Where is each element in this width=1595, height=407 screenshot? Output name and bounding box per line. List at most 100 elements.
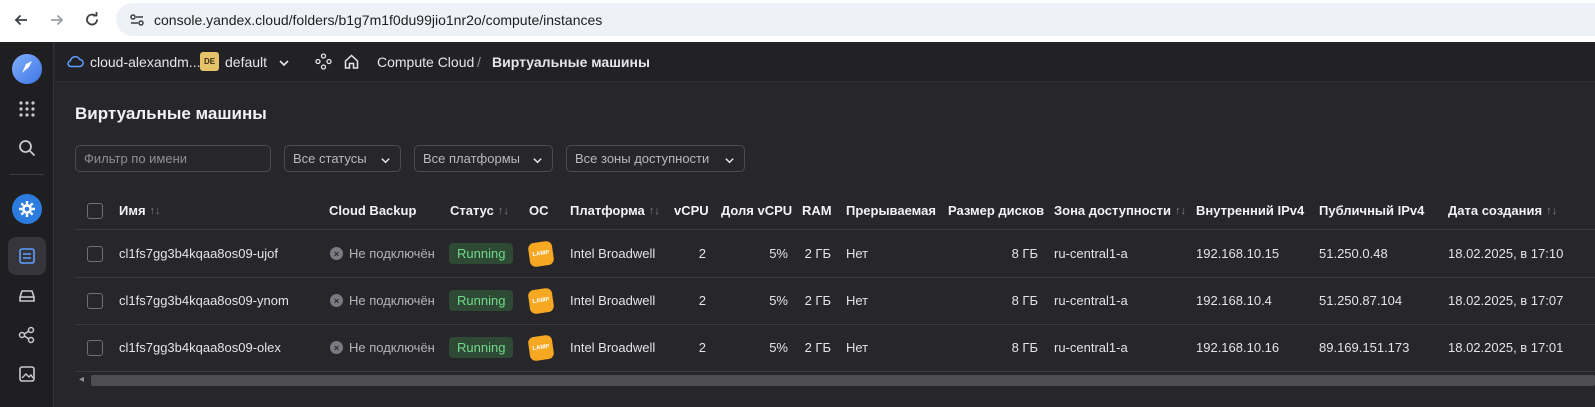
cloud-icon — [67, 54, 84, 73]
forward-icon[interactable] — [46, 9, 68, 31]
console-header: cloud-alexandm... DE default Compute Clo… — [55, 42, 1595, 82]
breadcrumb-separator: / — [477, 54, 481, 70]
column-header-public-ip: Публичный IPv4 — [1319, 203, 1425, 218]
preemptible-cell: Нет — [846, 340, 869, 355]
zone-cell: ru-central1-a — [1054, 293, 1128, 308]
cloud-backup-status: × Не подключён — [330, 246, 435, 261]
lamp-os-icon: LAMP — [527, 240, 555, 268]
virtual-machines-nav-icon[interactable] — [8, 237, 46, 275]
chevron-down-icon — [532, 154, 543, 169]
back-icon[interactable] — [10, 9, 32, 31]
created-cell: 18.02.2025, в 17:01 — [1448, 340, 1564, 355]
internal-ip-cell: 192.168.10.15 — [1196, 246, 1280, 261]
public-ip-cell: 89.169.151.173 — [1319, 340, 1410, 355]
status-badge: Running — [449, 243, 514, 264]
platform-cell: Intel Broadwell — [570, 293, 656, 308]
chevron-down-icon — [724, 154, 735, 169]
row-checkbox[interactable] — [87, 293, 103, 309]
folder-selector[interactable]: default — [225, 54, 267, 70]
column-header-name[interactable]: Имя ↑↓ — [119, 203, 161, 218]
chevron-down-icon[interactable] — [278, 56, 290, 74]
column-header-internal-ip: Внутренний IPv4 — [1196, 203, 1305, 218]
page-title: Виртуальные машины — [75, 104, 267, 123]
ram-cell: 2 ГБ — [804, 246, 831, 261]
public-ip-cell: 51.250.87.104 — [1319, 293, 1403, 308]
column-header-vcpu-share: Доля vCPU — [721, 203, 793, 218]
ram-cell: 2 ГБ — [804, 293, 831, 308]
internal-ip-cell: 192.168.10.16 — [1196, 340, 1280, 355]
select-all-checkbox[interactable] — [87, 203, 103, 219]
table-row[interactable]: cl1fs7gg3b4kqaa8os09-ynom × Не подключён … — [75, 278, 1595, 325]
search-icon[interactable] — [8, 129, 46, 167]
scrollbar-thumb[interactable] — [91, 375, 1595, 386]
name-filter-placeholder: Фильтр по имени — [84, 151, 188, 166]
home-icon[interactable] — [343, 53, 360, 75]
lamp-os-icon: LAMP — [527, 334, 555, 362]
services-grid-icon[interactable] — [8, 90, 46, 128]
compute-cloud-icon[interactable] — [8, 190, 46, 228]
platform-filter-select[interactable]: Все платформы — [414, 145, 553, 172]
sort-icon: ↑↓ — [1546, 204, 1558, 217]
horizontal-scrollbar[interactable]: ◂ — [75, 374, 1595, 386]
address-bar[interactable]: console.yandex.cloud/folders/b1g7m1f0du9… — [116, 3, 1595, 36]
rail-divider — [10, 174, 44, 175]
sort-icon: ↑↓ — [648, 204, 660, 217]
created-cell: 18.02.2025, в 17:07 — [1448, 293, 1564, 308]
internal-ip-cell: 192.168.10.4 — [1196, 293, 1272, 308]
yandex-cloud-logo[interactable] — [8, 50, 46, 88]
reload-icon[interactable] — [81, 9, 103, 31]
row-checkbox[interactable] — [87, 340, 103, 356]
images-icon[interactable] — [8, 355, 46, 393]
zone-filter-value: Все зоны доступности — [575, 151, 710, 166]
public-ip-cell: 51.250.0.48 — [1319, 246, 1388, 261]
ram-cell: 2 ГБ — [804, 340, 831, 355]
not-connected-icon: × — [330, 341, 343, 354]
url-text: console.yandex.cloud/folders/b1g7m1f0du9… — [154, 11, 603, 28]
sort-icon: ↑↓ — [149, 204, 161, 217]
column-header-preemptible: Прерываемая — [846, 203, 936, 218]
scroll-left-icon[interactable]: ◂ — [79, 374, 84, 385]
zone-cell: ru-central1-a — [1054, 340, 1128, 355]
column-header-status[interactable]: Статус ↑↓ — [450, 203, 509, 218]
network-icon[interactable] — [8, 316, 46, 354]
chevron-down-icon — [380, 154, 391, 169]
platform-filter-value: Все платформы — [423, 151, 520, 166]
row-checkbox[interactable] — [87, 246, 103, 262]
status-filter-select[interactable]: Все статусы — [284, 145, 401, 172]
table-row[interactable]: cl1fs7gg3b4kqaa8os09-ujof × Не подключён … — [75, 231, 1595, 278]
vm-name-link[interactable]: cl1fs7gg3b4kqaa8os09-olex — [119, 340, 281, 355]
site-settings-icon[interactable] — [128, 11, 146, 29]
vm-name-link[interactable]: cl1fs7gg3b4kqaa8os09-ujof — [119, 246, 278, 261]
sort-icon: ↑↓ — [497, 204, 509, 217]
status-badge: Running — [449, 337, 514, 358]
platform-cell: Intel Broadwell — [570, 246, 656, 261]
folder-badge: DE — [200, 52, 219, 71]
sort-icon: ↑↓ — [1175, 204, 1187, 217]
not-connected-icon: × — [330, 294, 343, 307]
breadcrumb-compute-cloud[interactable]: Compute Cloud — [377, 54, 474, 70]
lamp-os-icon: LAMP — [527, 287, 555, 315]
column-header-ram: RAM — [802, 203, 832, 218]
column-header-zone[interactable]: Зона доступности ↑↓ — [1054, 203, 1186, 218]
disk-size-cell: 8 ГБ — [1011, 293, 1038, 308]
cloud-selector[interactable]: cloud-alexandm... — [90, 54, 201, 70]
not-connected-icon: × — [330, 247, 343, 260]
preemptible-cell: Нет — [846, 293, 869, 308]
vm-name-link[interactable]: cl1fs7gg3b4kqaa8os09-ynom — [119, 293, 289, 308]
zone-filter-select[interactable]: Все зоны доступности — [566, 145, 745, 172]
left-navigation-rail — [0, 42, 54, 407]
vcpu-cell: 2 — [698, 293, 706, 308]
table-row[interactable]: cl1fs7gg3b4kqaa8os09-olex × Не подключён … — [75, 325, 1595, 372]
vcpu-cell: 2 — [698, 340, 706, 355]
disks-icon[interactable] — [8, 277, 46, 315]
name-filter-input[interactable]: Фильтр по имени — [75, 145, 271, 172]
breadcrumb-current: Виртуальные машины — [492, 54, 650, 70]
column-header-os: ОС — [529, 203, 549, 218]
created-cell: 18.02.2025, в 17:10 — [1448, 246, 1564, 261]
column-header-vcpu: vCPU — [674, 203, 709, 218]
browser-toolbar: console.yandex.cloud/folders/b1g7m1f0du9… — [0, 0, 1595, 42]
column-header-platform[interactable]: Платформа ↑↓ — [570, 203, 660, 218]
resource-graph-icon[interactable] — [315, 53, 332, 75]
column-header-created[interactable]: Дата создания ↑↓ — [1448, 203, 1557, 218]
status-filter-value: Все статусы — [293, 151, 367, 166]
